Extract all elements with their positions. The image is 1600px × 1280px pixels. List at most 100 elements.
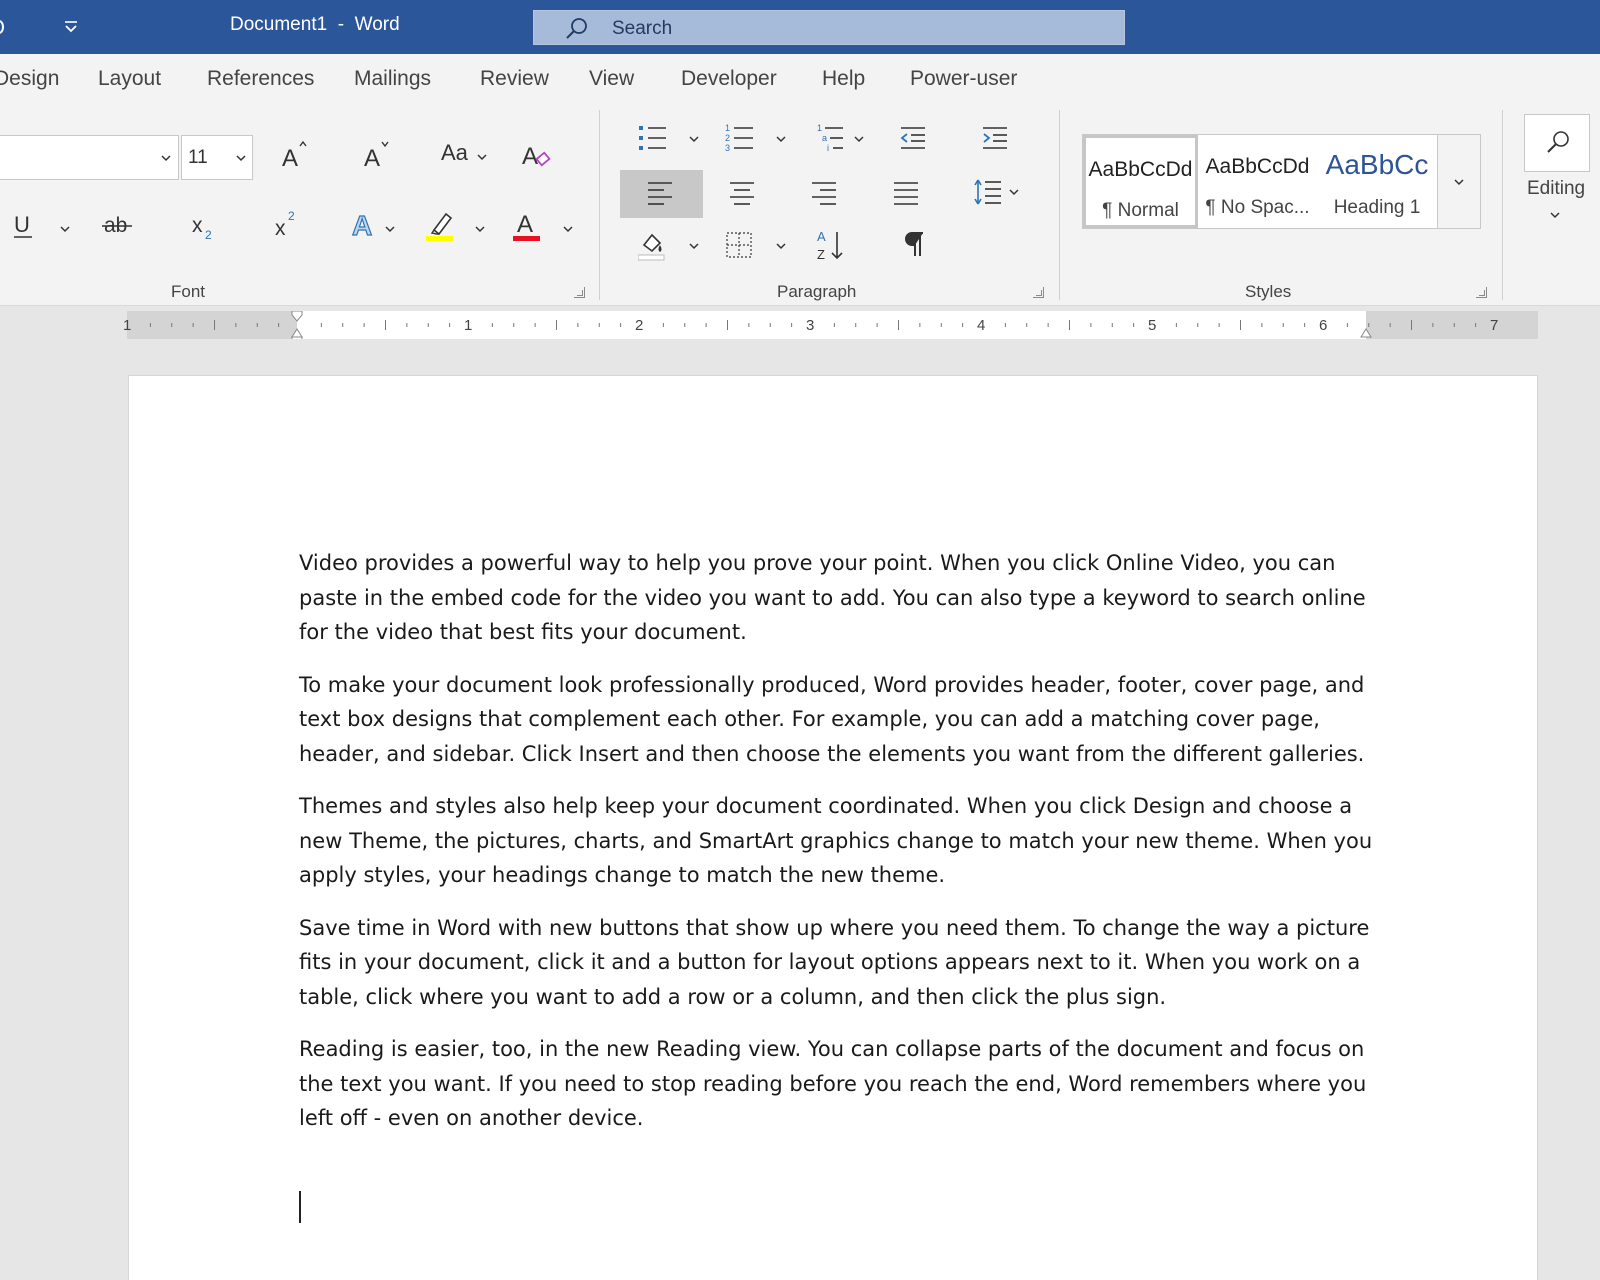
svg-text:A: A [282,145,298,172]
editing-label[interactable]: Editing [1527,178,1585,200]
style-name: Heading 1 [1333,197,1421,218]
search-placeholder: Search [612,18,673,39]
borders-icon[interactable] [725,231,753,259]
numbering-icon[interactable]: 123 [725,123,755,153]
document-page[interactable]: Video provides a powerful way to help yo… [128,375,1538,1280]
chevron-down-icon[interactable] [60,224,70,234]
document-name: Document1 [230,14,328,35]
svg-text:i: i [827,143,829,153]
paragraph[interactable]: Reading is easier, too, in the new Readi… [299,1032,1379,1136]
chevron-down-icon[interactable] [1009,187,1019,197]
undo-icon[interactable] [0,20,4,34]
sort-icon[interactable]: AZ [816,228,846,262]
document-body[interactable]: Video provides a powerful way to help yo… [299,546,1379,1154]
multilevel-list-icon[interactable]: 1ai [817,123,845,153]
chevron-down-icon[interactable] [776,241,786,251]
shrink-font-icon[interactable]: A [362,138,392,172]
superscript-icon[interactable]: x2 [273,208,303,240]
clear-formatting-icon[interactable]: A [520,138,554,172]
show-formatting-marks-icon[interactable] [904,230,926,258]
ribbon-tabs: Design Layout References Mailings Review… [0,54,1600,104]
line-spacing-icon[interactable] [973,178,1003,206]
decrease-indent-icon[interactable] [899,126,927,150]
style-preview: AaBbCcDd [1205,155,1310,178]
horizontal-ruler[interactable]: 1 1 2 3 4 5 6 7 [123,311,1538,339]
svg-text:2: 2 [725,133,730,143]
group-separator [1502,110,1503,300]
tab-layout[interactable]: Layout [98,67,161,91]
find-icon [1545,129,1573,157]
tab-design[interactable]: Design [0,67,59,91]
svg-text:A: A [522,143,538,170]
font-dialog-launcher-icon[interactable] [574,287,585,298]
tab-references[interactable]: References [207,67,314,91]
subscript-icon[interactable]: x2 [190,212,220,242]
group-separator [599,110,600,300]
change-case-label: Aa [441,140,468,165]
tab-developer[interactable]: Developer [681,67,777,91]
strikethrough-icon[interactable]: ab [102,212,136,240]
style-no-spacing[interactable]: AaBbCcDd ¶ No Spac... [1200,135,1315,228]
font-name-combo[interactable] [0,135,179,180]
chevron-down-icon[interactable] [1550,210,1560,220]
tab-help[interactable]: Help [822,67,865,91]
svg-text:U: U [14,212,30,237]
bullets-icon[interactable] [638,124,668,152]
chevron-down-icon[interactable] [689,134,699,144]
svg-text:1: 1 [817,123,822,133]
chevron-down-icon[interactable] [689,241,699,251]
highlight-icon[interactable] [426,208,456,242]
chevron-down-icon[interactable] [776,134,786,144]
align-left-icon[interactable] [646,181,674,205]
shading-icon[interactable] [638,231,668,261]
tab-power-user[interactable]: Power-user [910,67,1017,91]
style-heading-1[interactable]: AaBbCc Heading 1 [1317,135,1437,228]
group-label-font: Font [171,282,206,301]
ruler-number: 2 [635,317,644,334]
style-normal[interactable]: AaBbCcDd ¶ Normal [1083,135,1198,228]
svg-text:2: 2 [205,228,212,242]
search-box[interactable]: Search [533,10,1125,45]
grow-font-icon[interactable]: A [280,138,310,172]
paragraph-dialog-launcher-icon[interactable] [1033,287,1044,298]
font-color-icon[interactable]: A [512,208,542,242]
justify-icon[interactable] [892,181,920,205]
ruler-number: 7 [1490,317,1499,334]
tab-view[interactable]: View [589,67,634,91]
center-icon[interactable] [728,181,756,205]
chevron-down-icon[interactable] [475,224,485,234]
svg-text:A: A [517,211,533,238]
svg-text:A: A [817,229,826,244]
title-separator: - [337,14,345,35]
paragraph[interactable]: To make your document look professionall… [299,668,1379,772]
chevron-down-icon [161,153,171,163]
change-case-icon[interactable]: Aa [441,142,468,165]
align-right-icon[interactable] [810,181,838,205]
ruler-number: 1 [123,317,132,334]
customize-quick-access-icon[interactable] [62,14,80,38]
underline-icon[interactable]: U [12,210,36,240]
chevron-down-icon[interactable] [385,224,395,234]
paragraph[interactable]: Themes and styles also help keep your do… [299,789,1379,893]
tab-review[interactable]: Review [480,67,549,91]
font-size-combo[interactable]: 11 [181,135,253,180]
chevron-down-icon [236,153,246,163]
svg-text:2: 2 [288,209,295,223]
ruler-number: 3 [806,317,815,334]
svg-text:3: 3 [725,143,730,153]
editing-button[interactable] [1524,114,1590,172]
style-preview: AaBbCcDd [1088,158,1193,181]
text-effects-icon[interactable]: A [350,208,380,240]
ruler-number: 1 [464,317,473,334]
chevron-down-icon[interactable] [563,224,573,234]
paragraph[interactable]: Video provides a powerful way to help yo… [299,546,1379,650]
chevron-down-icon[interactable] [854,134,864,144]
styles-dialog-launcher-icon[interactable] [1476,287,1487,298]
group-label-paragraph: Paragraph [777,282,857,301]
tab-mailings[interactable]: Mailings [354,67,431,91]
paragraph[interactable]: Save time in Word with new buttons that … [299,911,1379,1015]
increase-indent-icon[interactable] [981,126,1009,150]
title-bar: Document1 - Word Search [0,0,1600,54]
chevron-down-icon[interactable] [477,152,487,162]
styles-more-button[interactable] [1437,134,1481,229]
